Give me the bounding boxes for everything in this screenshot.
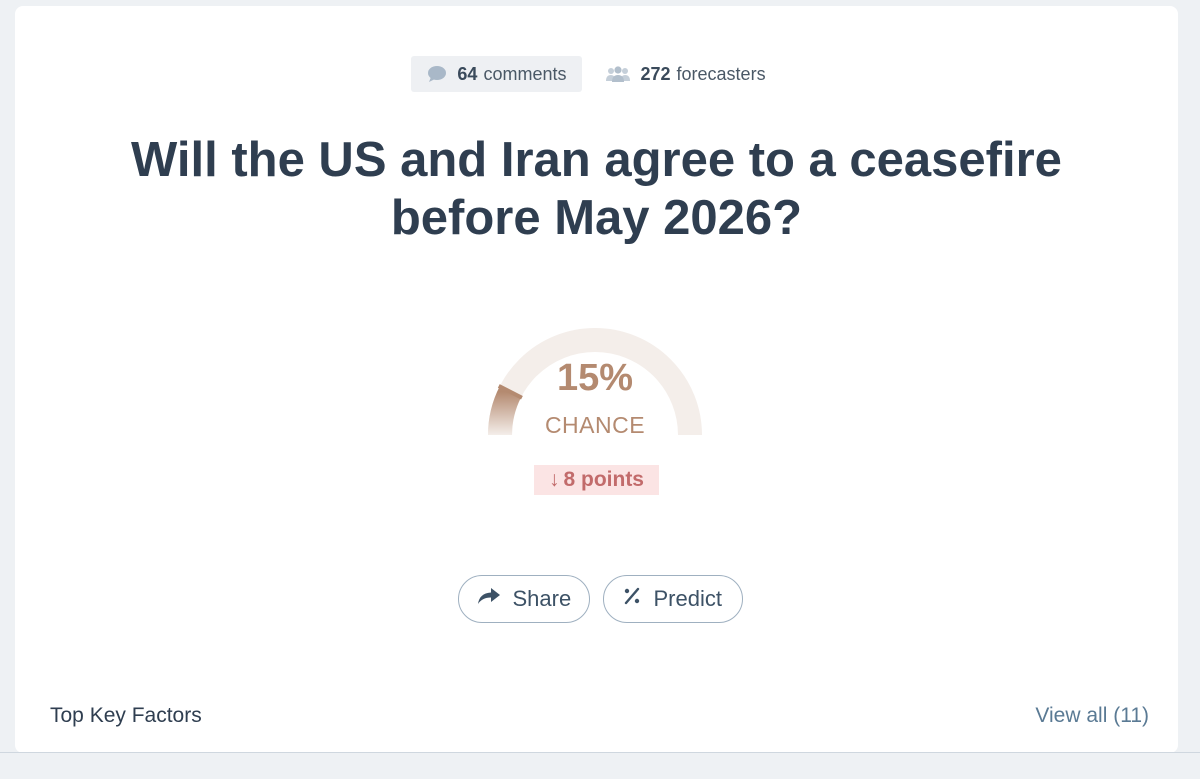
- share-label: Share: [512, 586, 572, 611]
- comments-count: 64: [457, 63, 478, 84]
- change-text: 8 points: [563, 468, 644, 491]
- forecasters-stat: 272 forecasters: [590, 56, 781, 92]
- comments-link[interactable]: 64 comments: [411, 56, 583, 92]
- forecasters-count: 272: [640, 63, 671, 84]
- question-title: Will the US and Iran agree to a ceasefir…: [131, 133, 1062, 245]
- share-button[interactable]: Share: [457, 575, 590, 623]
- predict-button[interactable]: Predict: [602, 575, 743, 623]
- action-buttons: Share Predict: [0, 575, 1200, 623]
- percent-icon: [622, 586, 642, 612]
- probability-gauge: 15% CHANCE: [475, 305, 715, 455]
- share-icon: [477, 586, 501, 612]
- comment-icon: [427, 65, 447, 83]
- users-icon: [606, 65, 631, 83]
- comments-label: comments: [483, 63, 567, 84]
- divider: [0, 752, 1200, 753]
- question-stats: 64 comments 272 forecasters: [15, 56, 1178, 92]
- chance-label: CHANCE: [544, 412, 646, 438]
- probability-percent: 15%: [556, 357, 634, 399]
- view-all-link[interactable]: View all (11): [1035, 704, 1149, 728]
- change-badge: ↓ 8 points: [534, 465, 659, 495]
- forecasters-label: forecasters: [676, 63, 766, 84]
- key-factors-heading: Top Key Factors: [50, 704, 202, 727]
- arrow-down-icon: ↓: [548, 468, 560, 491]
- predict-label: Predict: [653, 586, 722, 611]
